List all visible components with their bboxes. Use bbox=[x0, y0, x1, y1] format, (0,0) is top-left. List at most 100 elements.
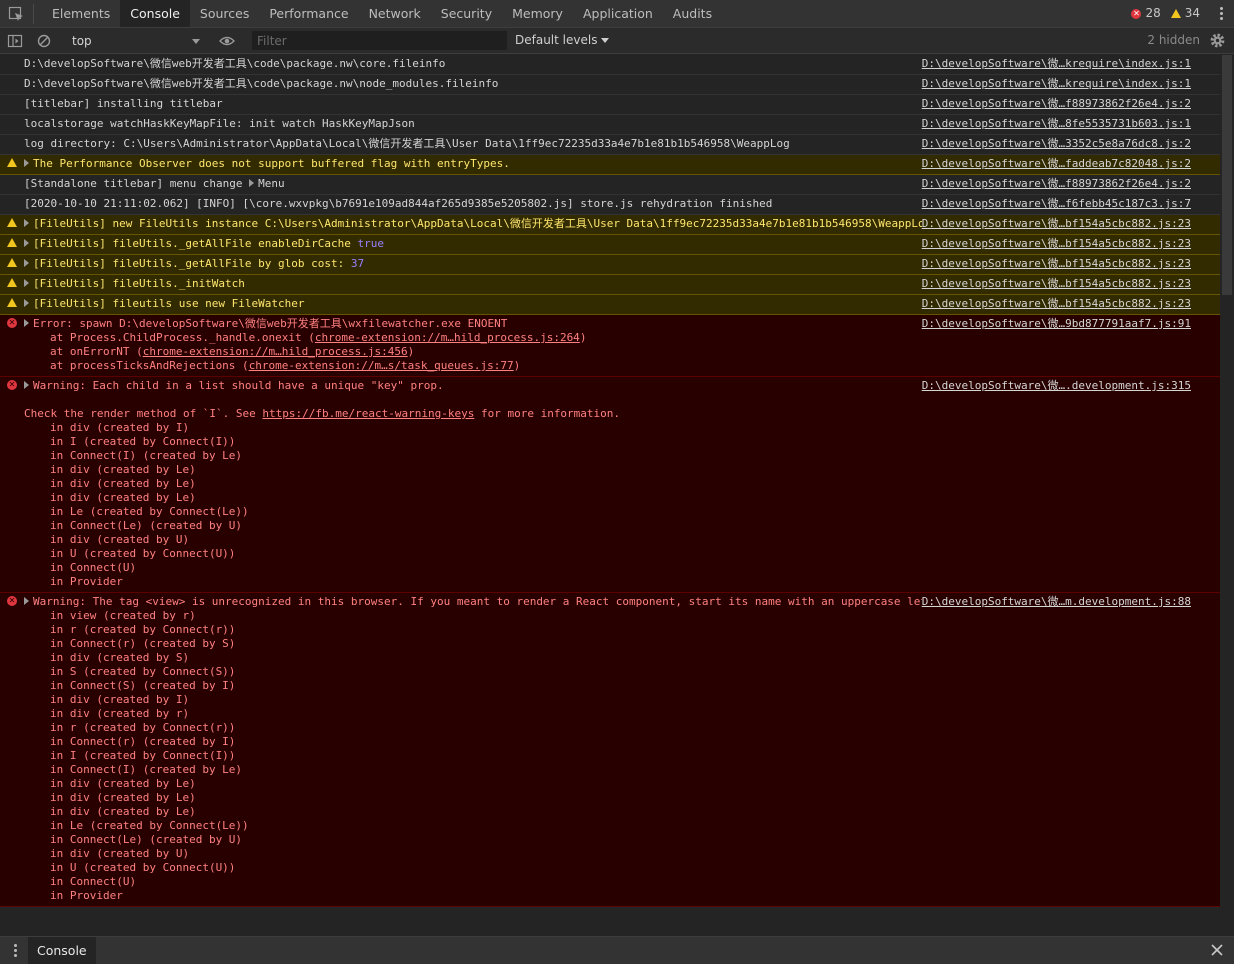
warn-message: [FileUtils] new FileUtils instance C:\Us… bbox=[0, 215, 1220, 235]
source-link[interactable]: D:\developSoftware\微…krequire\index.js:1 bbox=[922, 77, 1191, 91]
caret-down-icon bbox=[601, 38, 610, 43]
message-text: [FileUtils] fileUtils._getAllFile by glo… bbox=[33, 257, 351, 270]
component-stack-line: in Connect(Le) (created by U) bbox=[50, 833, 243, 846]
stack-frame-text: at onErrorNT ( bbox=[50, 345, 143, 358]
tab-application[interactable]: Application bbox=[573, 0, 663, 27]
gear-icon[interactable] bbox=[1209, 32, 1226, 49]
stack-frame-link[interactable]: chrome-extension://m…hild_process.js:264 bbox=[315, 331, 580, 344]
message-text: Warning: Each child in a list should hav… bbox=[33, 379, 444, 392]
stack-frame: at Process.ChildProcess._handle.onexit (… bbox=[24, 331, 1192, 345]
source-link[interactable]: D:\developSoftware\微…faddeab7c82048.js:2 bbox=[921, 157, 1191, 171]
component-stack-line: in div (created by S) bbox=[50, 651, 190, 664]
tab-memory[interactable]: Memory bbox=[502, 0, 573, 27]
sidebar-toggle-icon[interactable] bbox=[7, 33, 23, 49]
log-message: [titlebar] installing titlebar D:\develop… bbox=[0, 95, 1220, 115]
stack-frame-close: ) bbox=[407, 345, 415, 358]
drawer-tab-console[interactable]: Console bbox=[28, 937, 96, 964]
message-text: D:\developSoftware\微信web开发者工具\code\packa… bbox=[24, 57, 446, 70]
source-link[interactable]: D:\developSoftware\微…bf154a5cbc882.js:23 bbox=[921, 257, 1191, 271]
component-stack-line: in div (created by U) bbox=[50, 533, 190, 546]
tab-sources[interactable]: Sources bbox=[190, 0, 259, 27]
message-text-line: Warning: The tag <view> is unrecognized … bbox=[24, 595, 954, 608]
stack-frame-link[interactable]: chrome-extension://m…hild_process.js:456 bbox=[143, 345, 408, 358]
live-expression-eye-icon[interactable] bbox=[219, 33, 235, 49]
toolbar-divider bbox=[33, 4, 34, 24]
console-toolbar: top Default levels 2 hidden bbox=[0, 28, 1234, 54]
message-text: [FileUtils] fileUtils._getAllFile enable… bbox=[33, 237, 358, 250]
tab-performance[interactable]: Performance bbox=[259, 0, 358, 27]
component-stack-line: in S (created by Connect(S)) bbox=[50, 665, 236, 678]
expand-triangle-icon[interactable] bbox=[24, 159, 29, 167]
stack-frame-link[interactable]: chrome-extension://m…s/task_queues.js:77 bbox=[249, 359, 514, 372]
filter-input[interactable] bbox=[252, 31, 507, 50]
message-text-line: [Standalone titlebar] menu change Menu bbox=[24, 177, 285, 190]
stack-frame-close: ) bbox=[579, 331, 587, 344]
warning-icon bbox=[7, 218, 17, 227]
component-stack-line: in div (created by I) bbox=[50, 693, 190, 706]
message-detail: Check the render method of `I`. See http… bbox=[24, 407, 1192, 421]
source-link[interactable]: D:\developSoftware\微…bf154a5cbc882.js:23 bbox=[921, 297, 1191, 311]
source-link[interactable]: D:\developSoftware\微…bf154a5cbc882.js:23 bbox=[921, 217, 1191, 231]
component-stack-line: in I (created by Connect(I)) bbox=[50, 435, 236, 448]
expand-triangle-icon[interactable] bbox=[24, 319, 29, 327]
component-stack-line: in div (created by Le) bbox=[50, 791, 196, 804]
message-text-line: D:\developSoftware\微信web开发者工具\code\packa… bbox=[24, 57, 445, 70]
expand-triangle-icon[interactable] bbox=[24, 299, 29, 307]
source-link[interactable]: D:\developSoftware\微…bf154a5cbc882.js:23 bbox=[921, 277, 1191, 291]
expand-triangle-icon[interactable] bbox=[24, 219, 29, 227]
message-text-line: [2020-10-10 21:11:02.062] [INFO] [\core.… bbox=[24, 197, 772, 210]
log-message: localstorage watchHaskKeyMapFile: init w… bbox=[0, 115, 1220, 135]
expand-triangle-icon[interactable] bbox=[24, 259, 29, 267]
log-levels-dropdown[interactable]: Default levels bbox=[515, 28, 610, 53]
source-link[interactable]: D:\developSoftware\微…m.development.js:88 bbox=[921, 595, 1191, 609]
message-text-line: localstorage watchHaskKeyMapFile: init w… bbox=[24, 117, 415, 130]
clear-console-icon[interactable] bbox=[36, 33, 52, 49]
component-stack-line: in r (created by Connect(r)) bbox=[50, 721, 236, 734]
source-link[interactable]: D:\developSoftware\微…8fe5535731b603.js:1 bbox=[922, 117, 1191, 131]
warning-icon bbox=[7, 258, 17, 267]
source-link[interactable]: D:\developSoftware\微…f88973862f26e4.js:2 bbox=[922, 97, 1191, 111]
component-stack-line: in div (created by r) bbox=[50, 707, 190, 720]
object-preview[interactable]: Menu bbox=[258, 177, 285, 190]
source-link[interactable]: D:\developSoftware\微…9bd877791aaf7.js:91 bbox=[921, 317, 1191, 331]
source-link[interactable]: D:\developSoftware\微…3352c5e8a76dc8.js:2 bbox=[922, 137, 1191, 151]
message-text: D:\developSoftware\微信web开发者工具\code\packa… bbox=[24, 77, 499, 90]
component-stack-line: in div (created by Le) bbox=[50, 491, 196, 504]
tab-audits[interactable]: Audits bbox=[663, 0, 722, 27]
warning-icon bbox=[7, 158, 17, 167]
expand-triangle-icon[interactable] bbox=[24, 239, 29, 247]
source-link[interactable]: D:\developSoftware\微….development.js:315 bbox=[921, 379, 1191, 393]
close-icon[interactable] bbox=[1210, 943, 1224, 957]
issue-counts[interactable]: ✕ 28 34 bbox=[1131, 0, 1200, 27]
expand-triangle-icon[interactable] bbox=[24, 381, 29, 389]
tab-network[interactable]: Network bbox=[359, 0, 431, 27]
scrollbar-thumb[interactable] bbox=[1222, 55, 1232, 295]
source-link[interactable]: D:\developSoftware\微…f6febb45c187c3.js:7 bbox=[922, 197, 1191, 211]
drawer-menu-icon[interactable] bbox=[14, 943, 18, 959]
stack-frame-close: ) bbox=[513, 359, 521, 372]
log-message: D:\developSoftware\微信web开发者工具\code\packa… bbox=[0, 75, 1220, 95]
more-options-icon[interactable] bbox=[1220, 6, 1224, 22]
expand-triangle-icon[interactable] bbox=[24, 597, 29, 605]
source-link[interactable]: D:\developSoftware\微…bf154a5cbc882.js:23 bbox=[921, 237, 1191, 251]
inspect-element-icon[interactable] bbox=[8, 6, 24, 22]
detail-link[interactable]: https://fb.me/react-warning-keys bbox=[262, 407, 474, 420]
source-link[interactable]: D:\developSoftware\微…f88973862f26e4.js:2 bbox=[922, 177, 1191, 191]
stack-frame: at processTicksAndRejections (chrome-ext… bbox=[24, 359, 1192, 373]
tab-console[interactable]: Console bbox=[120, 0, 190, 27]
component-stack-line: in div (created by Le) bbox=[50, 477, 196, 490]
tab-elements[interactable]: Elements bbox=[42, 0, 120, 27]
message-text: The Performance Observer does not suppor… bbox=[33, 157, 510, 170]
component-stack-line: in r (created by Connect(r)) bbox=[50, 623, 236, 636]
source-link[interactable]: D:\developSoftware\微…krequire\index.js:1 bbox=[922, 57, 1191, 71]
component-stack-line: in Connect(S) (created by I) bbox=[50, 679, 236, 692]
context-selector[interactable]: top bbox=[66, 31, 204, 51]
expand-object-triangle-icon[interactable] bbox=[249, 179, 255, 187]
message-text: [Standalone titlebar] menu change bbox=[24, 177, 250, 190]
console-scrollbar[interactable] bbox=[1220, 55, 1234, 936]
component-stack-line: in Le (created by Connect(Le)) bbox=[50, 505, 249, 518]
component-stack-line: in div (created by Le) bbox=[50, 805, 196, 818]
tab-security[interactable]: Security bbox=[431, 0, 502, 27]
expand-triangle-icon[interactable] bbox=[24, 279, 29, 287]
